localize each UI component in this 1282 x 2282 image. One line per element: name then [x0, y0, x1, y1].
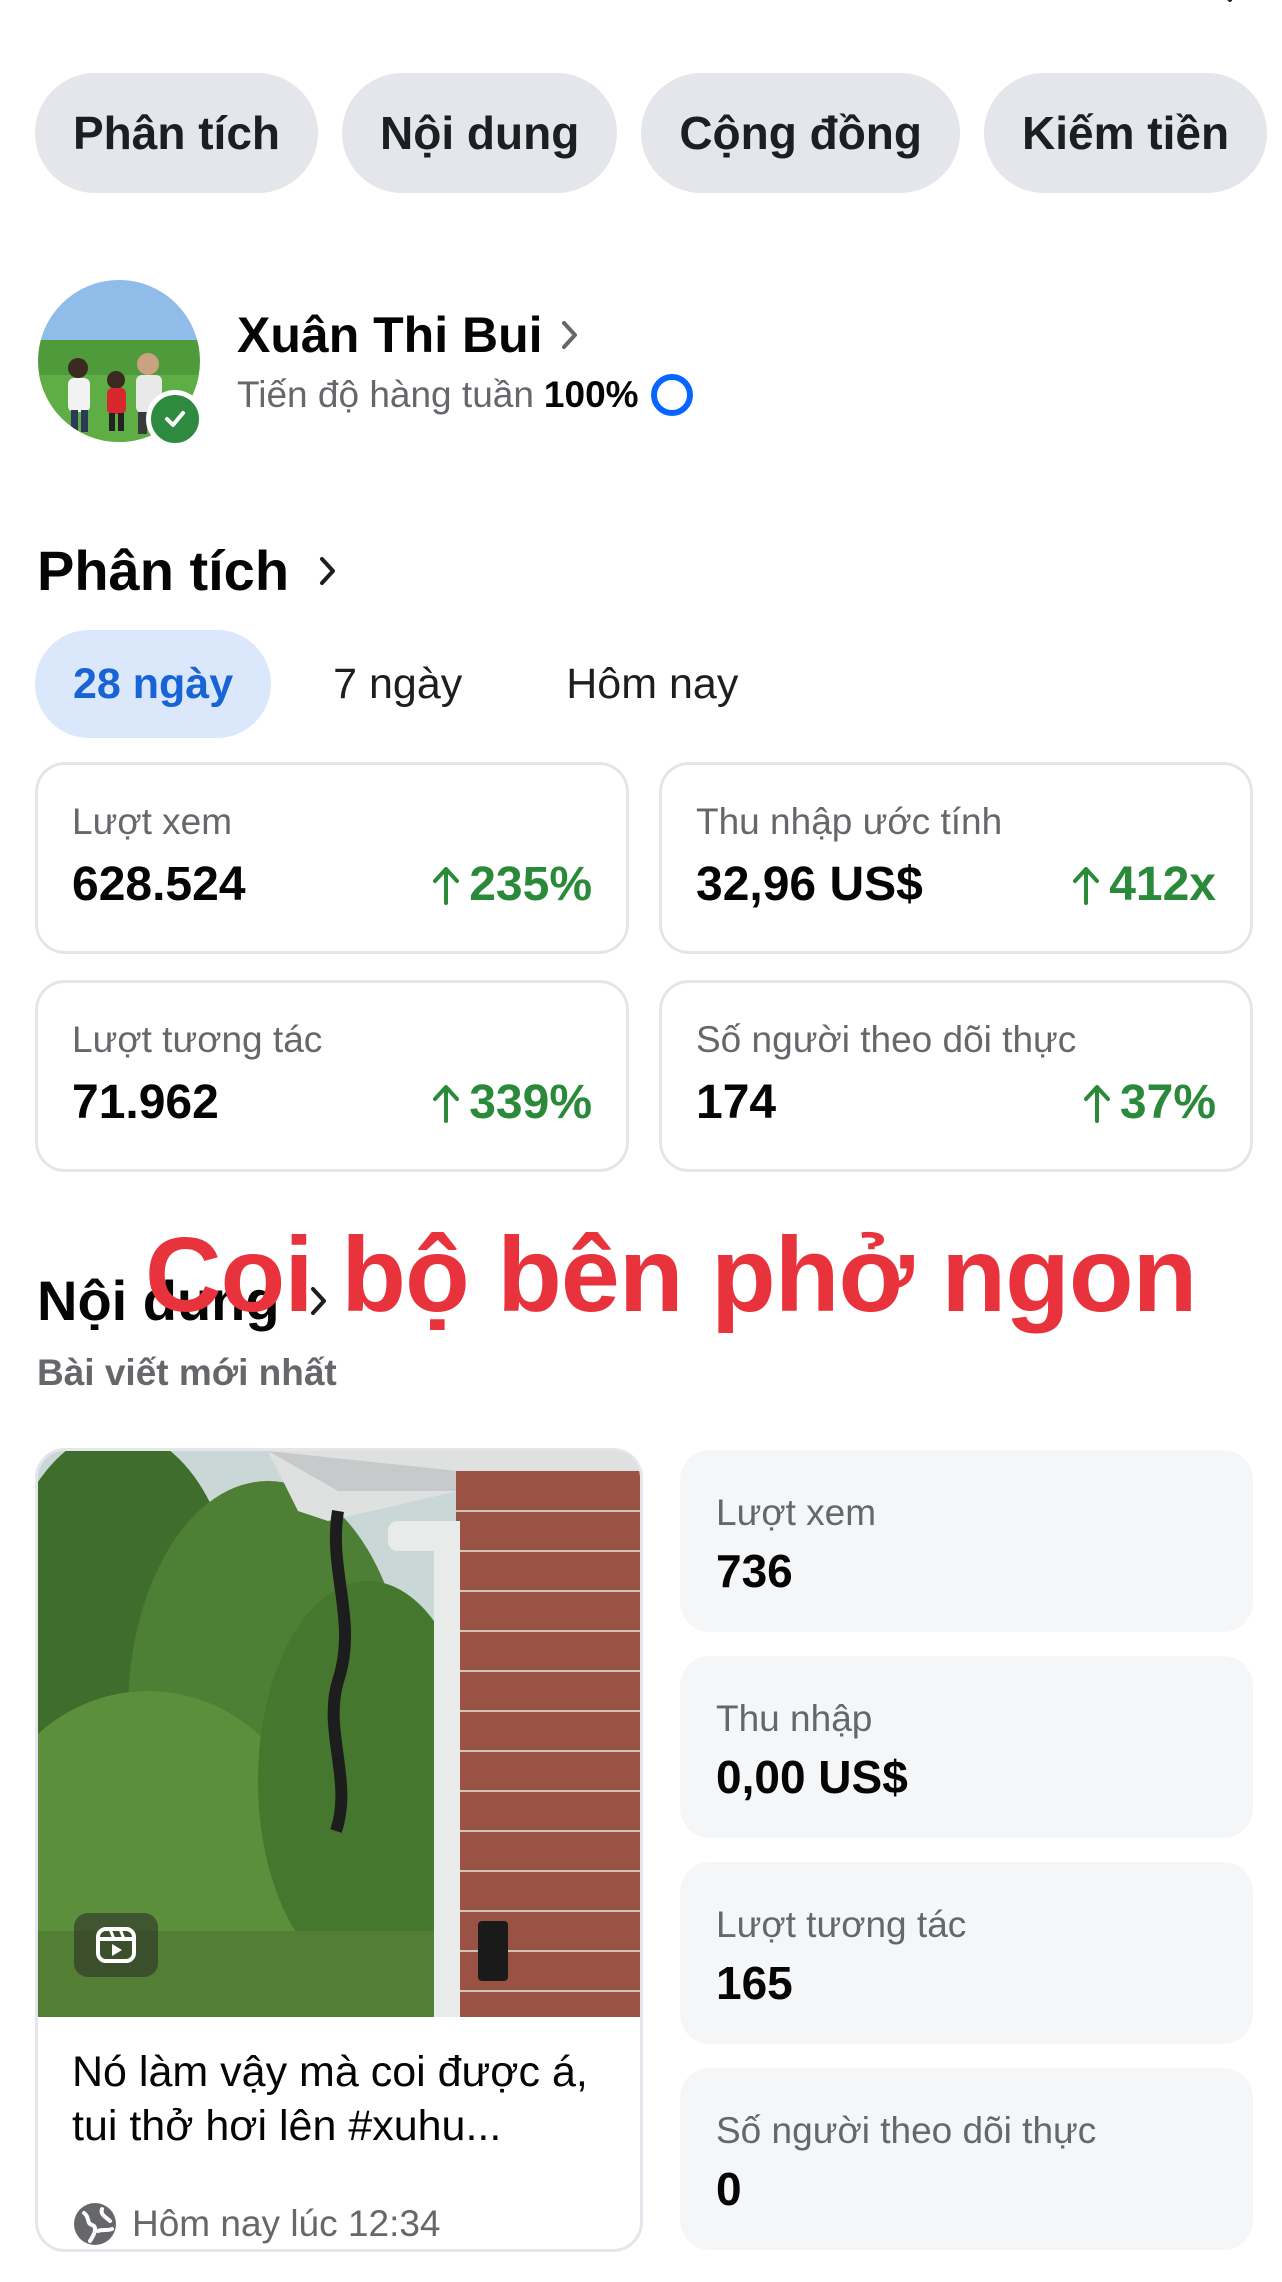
profile-name: Xuân Thi Bui — [237, 307, 543, 363]
metric-value: 0,00 US$ — [716, 1751, 908, 1803]
period-7-days[interactable]: 7 ngày — [295, 630, 500, 738]
weekly-progress-value: 100% — [543, 374, 639, 415]
post-metrics: Lượt xem 736 Thu nhập 0,00 US$ Lượt tươn… — [680, 1450, 1253, 2250]
period-today[interactable]: Hôm nay — [528, 630, 776, 738]
stat-change-value: 339% — [469, 1076, 592, 1129]
arrow-up-icon — [1073, 866, 1100, 905]
stat-change-value: 412x — [1109, 858, 1216, 911]
metric-value: 736 — [716, 1545, 793, 1597]
stat-change: 37% — [1082, 1075, 1216, 1130]
chevron-right-icon — [320, 556, 336, 585]
metric-label: Thu nhập — [716, 1698, 873, 1739]
stat-value: 32,96 US$ — [696, 858, 923, 911]
content-subtitle: Bài viết mới nhất — [37, 1352, 337, 1393]
stat-change: 235% — [431, 857, 592, 912]
stat-card-net-followers[interactable]: Số người theo dõi thực 174 37% — [659, 980, 1253, 1172]
profile-text: Xuân Thi Bui Tiến độ hàng tuần 100% — [237, 306, 693, 416]
profile-header[interactable]: Xuân Thi Bui Tiến độ hàng tuần 100% — [38, 280, 693, 448]
reel-icon — [74, 1913, 158, 1977]
avatar-container[interactable] — [38, 280, 204, 448]
stat-label: Thu nhập ước tính — [696, 801, 1003, 842]
tab-monetization[interactable]: Kiếm tiền — [984, 73, 1268, 193]
stat-change-value: 37% — [1119, 1076, 1216, 1129]
tab-community[interactable]: Cộng đồng — [641, 73, 961, 193]
stat-value: 71.962 — [72, 1076, 219, 1129]
overlay-caption: Coi bộ bên phở ngon — [145, 1216, 1197, 1334]
stat-card-earnings[interactable]: Thu nhập ước tính 32,96 US$ 412x — [659, 762, 1253, 954]
stat-value: 628.524 — [72, 858, 246, 911]
chevron-right-icon — [561, 321, 577, 349]
stats-grid: Lượt xem 628.524 235% Thu nhập ước tính … — [35, 762, 1253, 1172]
analytics-header[interactable]: Phân tích — [37, 538, 339, 603]
post-meta: Hôm nay lúc 12:34 — [38, 2185, 640, 2247]
metric-net-followers[interactable]: Số người theo dõi thực 0 — [680, 2068, 1253, 2250]
post-time: Hôm nay lúc 12:34 — [132, 2203, 441, 2244]
tab-analytics[interactable]: Phân tích — [35, 73, 319, 193]
tab-content[interactable]: Nội dung — [342, 73, 618, 193]
arrow-up-icon — [433, 866, 460, 905]
metric-label: Lượt tương tác — [716, 1904, 967, 1945]
post-title: Nó làm vậy mà coi được á, tui thở hơi lê… — [72, 2048, 588, 2150]
metric-views[interactable]: Lượt xem 736 — [680, 1450, 1253, 1632]
search-icon[interactable] — [1208, 0, 1238, 12]
profile-name-row[interactable]: Xuân Thi Bui — [237, 306, 693, 364]
stat-change-value: 235% — [469, 858, 592, 911]
weekly-progress: Tiến độ hàng tuần 100% — [237, 374, 693, 416]
stat-change: 412x — [1071, 857, 1216, 912]
weekly-progress-label: Tiến độ hàng tuần — [237, 374, 534, 415]
globe-icon — [74, 2203, 116, 2245]
verified-check-icon — [146, 390, 204, 448]
metric-label: Số người theo dõi thực — [716, 2110, 1097, 2151]
metric-value: 165 — [716, 1957, 793, 2009]
stat-change: 339% — [431, 1075, 592, 1130]
period-selector: 28 ngày 7 ngày Hôm nay — [35, 630, 776, 738]
arrow-up-icon — [433, 1084, 460, 1123]
progress-ring-icon — [650, 374, 693, 416]
metric-value: 0 — [716, 2163, 742, 2215]
metric-engagement[interactable]: Lượt tương tác 165 — [680, 1862, 1253, 2044]
stat-value: 174 — [696, 1076, 777, 1129]
metric-earnings[interactable]: Thu nhập 0,00 US$ — [680, 1656, 1253, 1838]
latest-post-card[interactable]: Nó làm vậy mà coi được á, tui thở hơi lê… — [35, 1448, 643, 2252]
period-28-days[interactable]: 28 ngày — [35, 630, 272, 738]
stat-card-engagement[interactable]: Lượt tương tác 71.962 339% — [35, 980, 629, 1172]
arrow-up-icon — [1083, 1084, 1110, 1123]
analytics-title: Phân tích — [37, 539, 290, 602]
top-tabs: Phân tích Nội dung Cộng đồng Kiếm tiền — [35, 73, 1268, 193]
stat-label: Lượt xem — [72, 801, 233, 842]
post-thumbnail[interactable] — [38, 1451, 640, 2017]
stat-label: Lượt tương tác — [72, 1019, 323, 1060]
stat-card-views[interactable]: Lượt xem 628.524 235% — [35, 762, 629, 954]
stat-label: Số người theo dõi thực — [696, 1019, 1077, 1060]
metric-label: Lượt xem — [716, 1492, 877, 1533]
